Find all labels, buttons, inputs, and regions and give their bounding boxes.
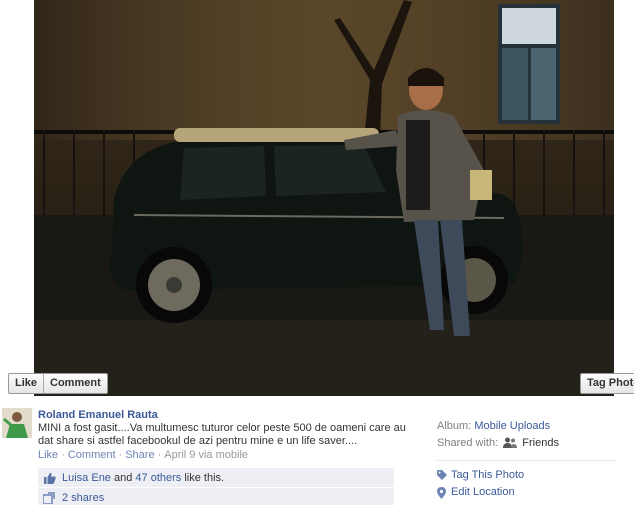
photo[interactable]: [34, 0, 614, 396]
avatar[interactable]: [2, 408, 32, 438]
photo-like-button[interactable]: Like: [9, 374, 43, 393]
tag-this-photo-link[interactable]: Tag This Photo: [451, 467, 524, 484]
divider: [437, 460, 617, 461]
avatar-image: [2, 408, 32, 438]
location-pin-icon: [437, 486, 447, 499]
thumbs-up-icon: [42, 471, 56, 485]
tag-photo-button[interactable]: Tag Photo: [580, 373, 634, 394]
edit-location-action[interactable]: Edit Location: [437, 484, 627, 501]
album-label: Album:: [437, 420, 472, 432]
post-meta: Like · Comment · Share · April 9 via mobile: [38, 449, 248, 461]
separator: ·: [118, 449, 123, 461]
share-link[interactable]: Share: [125, 449, 154, 461]
post-caption: MINI a fost gasit....Va multumesc tuturo…: [38, 422, 406, 447]
like-link[interactable]: Like: [38, 449, 58, 461]
shares-row: 2 shares: [38, 488, 394, 505]
separator: ·: [157, 449, 162, 461]
separator: ·: [61, 449, 65, 461]
photo-info-sidebar: Album: Mobile Uploads Shared with: Frien…: [437, 418, 627, 501]
liker-name-link[interactable]: Luisa Ene: [62, 472, 111, 484]
friends-icon: [503, 437, 518, 454]
post-date: April 9 via mobile: [164, 449, 249, 461]
shared-with-row: Shared with: Friends: [437, 435, 627, 452]
feedback-box: Luisa Ene and 47 others like this. 2 sha…: [38, 468, 394, 505]
album-link[interactable]: Mobile Uploads: [474, 420, 550, 432]
audience-selector[interactable]: Friends: [522, 437, 559, 449]
likes-text: Luisa Ene and 47 others like this.: [62, 471, 225, 484]
photo-image: [34, 0, 614, 396]
photo-comment-button[interactable]: Comment: [43, 374, 107, 393]
photo-like-comment-group: Like Comment: [8, 373, 108, 394]
tag-icon: [437, 469, 447, 482]
edit-location-link[interactable]: Edit Location: [451, 484, 515, 501]
likes-row: Luisa Ene and 47 others like this.: [38, 468, 394, 487]
post-author[interactable]: Roland Emanuel Rauta: [38, 409, 158, 421]
album-row: Album: Mobile Uploads: [437, 418, 627, 435]
others-link[interactable]: 47 others: [135, 472, 181, 484]
shares-link[interactable]: 2 shares: [62, 492, 104, 504]
share-icon: [42, 491, 56, 505]
tag-this-photo-action[interactable]: Tag This Photo: [437, 467, 627, 484]
shared-with-label: Shared with:: [437, 437, 499, 449]
photo-stage: Like Comment Tag Photo: [0, 0, 634, 400]
comment-link[interactable]: Comment: [68, 449, 116, 461]
